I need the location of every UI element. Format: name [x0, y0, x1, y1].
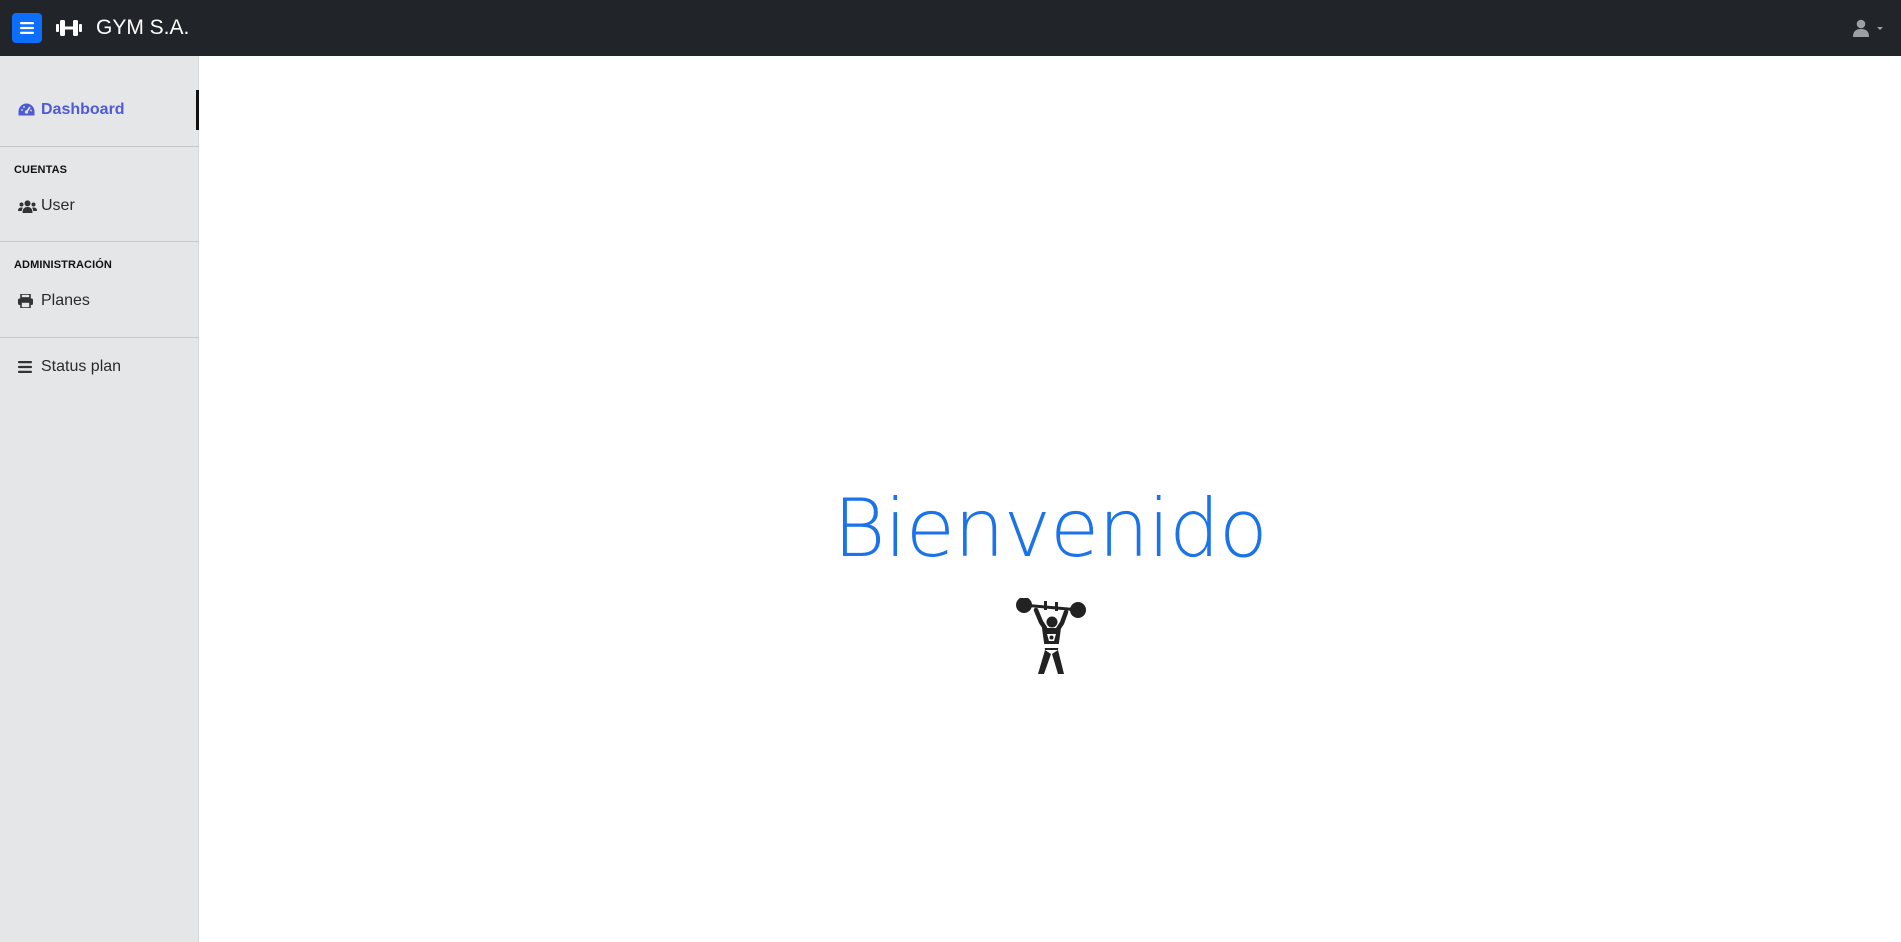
sidebar-item-dashboard[interactable]: Dashboard [0, 90, 199, 130]
print-icon [18, 294, 38, 308]
sidebar-item-label: Dashboard [41, 101, 125, 118]
sidebar: Dashboard CUENTAS User ADMINISTRACIÓN Pl… [0, 56, 199, 942]
sidebar-toggle-button[interactable] [12, 13, 42, 43]
sidebar-item-label: Planes [41, 292, 90, 309]
bars-icon [20, 22, 34, 34]
welcome-heading: Bienvenido [833, 482, 1268, 575]
users-icon [18, 199, 38, 213]
brand-link[interactable]: GYM S.A. [56, 0, 189, 56]
sidebar-divider [0, 241, 199, 242]
sidebar-item-user[interactable]: User [0, 186, 199, 226]
tachometer-icon [18, 103, 38, 117]
bars-icon [18, 361, 38, 373]
sidebar-item-label: User [41, 197, 75, 214]
sidebar-item-status-plan[interactable]: Status plan [0, 347, 199, 387]
top-navbar: GYM S.A. [0, 0, 1901, 56]
section-heading-administracion: ADMINISTRACIÓN [14, 259, 112, 271]
caret-down-icon [1877, 27, 1883, 30]
user-icon [1853, 19, 1869, 37]
sidebar-item-label: Status plan [41, 358, 122, 375]
user-menu-dropdown[interactable] [1853, 0, 1887, 56]
section-heading-cuentas: CUENTAS [14, 164, 68, 176]
dumbbell-icon [56, 19, 82, 37]
sidebar-divider [0, 146, 199, 147]
sidebar-divider [0, 337, 199, 338]
weightlifter-icon [1016, 598, 1086, 674]
brand-name: GYM S.A. [96, 16, 190, 39]
sidebar-item-planes[interactable]: Planes [0, 281, 199, 321]
